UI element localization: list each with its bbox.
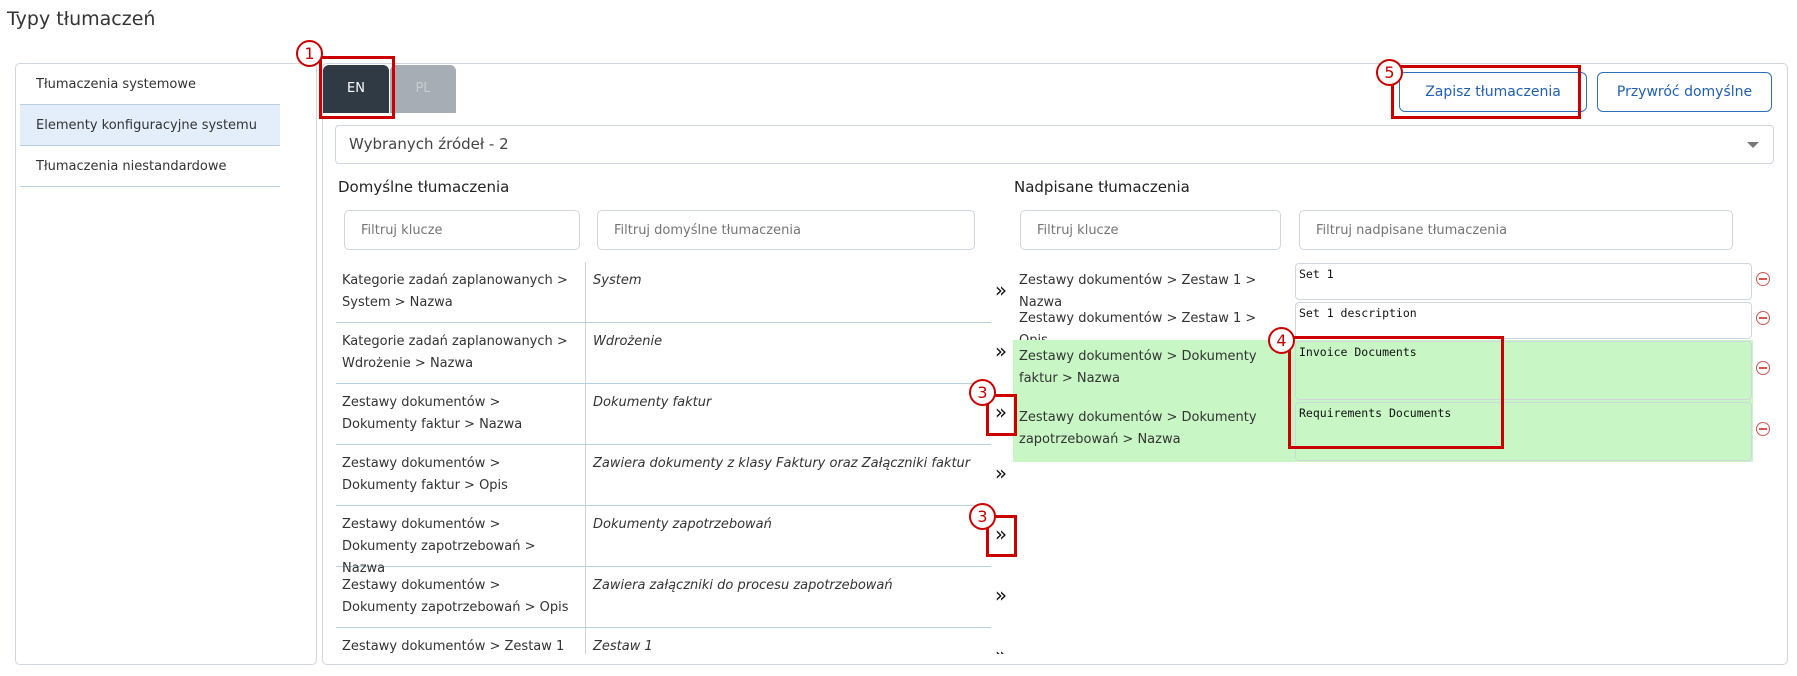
table-row: Zestawy dokumentów > Dokumenty zapotrzeb… (336, 506, 991, 576)
table-row: Zestawy dokumentów > Zestaw 1 > Zestaw 1 (336, 628, 991, 654)
source-select[interactable]: Wybranych źródeł - 2 (335, 125, 1774, 164)
row-value: System (593, 273, 642, 288)
table-row: Zestawy dokumentów > Dokumenty faktur > … (336, 445, 991, 506)
copy-right-icon[interactable]: » (992, 280, 1010, 300)
row-key: Kategorie zadań zaplanowanych > Wdrożeni… (342, 334, 568, 371)
row-value: Dokumenty faktur (593, 395, 712, 410)
default-translations-list: Kategorie zadań zaplanowanych > System >… (336, 262, 991, 654)
overridden-filter-values-input[interactable] (1299, 210, 1733, 250)
column-divider (585, 628, 586, 654)
annotation-badge-3a: 3 (969, 379, 996, 406)
annotation-badge-4: 4 (1268, 327, 1295, 354)
row-key: Zestawy dokumentów > Dokumenty zapotrzeb… (342, 578, 569, 615)
annotation-box-4 (1288, 336, 1504, 449)
sidebar-item-system-translations[interactable]: Tłumaczenia systemowe (20, 64, 280, 105)
column-divider (585, 506, 586, 566)
annotation-badge-3b: 3 (969, 503, 996, 530)
column-divider (585, 445, 586, 505)
row-key: Zestawy dokumentów > Zestaw 1 > (342, 639, 565, 654)
overridden-row: Zestawy dokumentów > Zestaw 1 > Opis Set… (1013, 301, 1753, 348)
default-filter-keys-input[interactable] (344, 210, 580, 250)
sidebar-item-custom-translations[interactable]: Tłumaczenia niestandardowe (20, 146, 280, 187)
source-select-value: Wybranych źródeł - 2 (349, 135, 509, 153)
column-divider (585, 323, 586, 383)
row-value: Dokumenty zapotrzebowań (593, 517, 772, 532)
copy-right-icon[interactable]: » (992, 341, 1010, 361)
column-divider (585, 567, 586, 627)
row-key: Kategorie zadań zaplanowanych > System >… (342, 273, 568, 310)
overridden-row: Zestawy dokumentów > Zestaw 1 > Nazwa Se… (1013, 262, 1753, 310)
copy-right-icon[interactable]: » (992, 463, 1010, 483)
row-value: Zawiera dokumenty z klasy Faktury oraz Z… (593, 456, 971, 471)
copy-right-icon[interactable]: » (992, 585, 1010, 605)
remove-icon[interactable] (1756, 422, 1770, 436)
column-divider (585, 262, 586, 322)
default-filter-values-input[interactable] (597, 210, 975, 250)
sidebar-item-config-elements[interactable]: Elementy konfiguracyjne systemu (20, 105, 280, 146)
table-row: Kategorie zadań zaplanowanych > System >… (336, 262, 991, 323)
page-title: Typy tłumaczeń (7, 8, 156, 30)
column-divider (585, 384, 586, 444)
copy-right-icon[interactable]: » (992, 645, 1010, 654)
table-row: Zestawy dokumentów > Dokumenty zapotrzeb… (336, 567, 991, 628)
override-value-input[interactable]: Set 1 (1295, 263, 1752, 300)
annotation-badge-5: 5 (1376, 59, 1403, 86)
row-key: Zestawy dokumentów > Dokumenty zapotrzeb… (1019, 410, 1257, 447)
remove-icon[interactable] (1756, 361, 1770, 375)
row-key: Zestawy dokumentów > Dokumenty faktur > … (1019, 349, 1257, 386)
annotation-badge-1: 1 (296, 40, 323, 67)
row-value: Zestaw 1 (593, 639, 653, 654)
row-key: Zestawy dokumentów > Dokumenty faktur > … (342, 395, 523, 432)
annotation-box-1 (319, 56, 395, 119)
overridden-filter-keys-input[interactable] (1020, 210, 1281, 250)
overridden-translations-title: Nadpisane tłumaczenia (1014, 178, 1190, 196)
annotation-box-5 (1391, 65, 1581, 119)
remove-icon[interactable] (1756, 272, 1770, 286)
override-value-input[interactable]: Set 1 description (1295, 302, 1752, 339)
row-key: Zestawy dokumentów > Dokumenty faktur > … (342, 456, 508, 493)
default-translations-title: Domyślne tłumaczenia (338, 178, 510, 196)
chevron-down-icon (1747, 142, 1759, 148)
table-row: Kategorie zadań zaplanowanych > Wdrożeni… (336, 323, 991, 384)
row-value: Zawiera załączniki do procesu zapotrzebo… (593, 578, 893, 593)
row-value: Wdrożenie (593, 334, 663, 349)
remove-icon[interactable] (1756, 311, 1770, 325)
table-row: Zestawy dokumentów > Dokumenty faktur > … (336, 384, 991, 445)
restore-defaults-button[interactable]: Przywróć domyślne (1597, 72, 1772, 112)
tab-pl[interactable]: PL (390, 65, 456, 113)
